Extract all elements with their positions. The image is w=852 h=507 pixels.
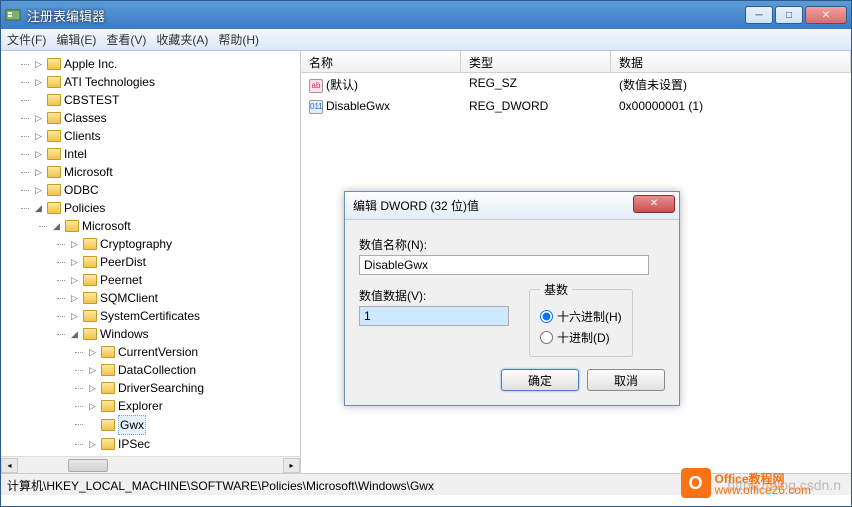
folder-icon [47, 202, 61, 214]
tree-item[interactable]: ▷IPSec [85, 435, 300, 451]
tree-item[interactable]: ▷Classes [31, 109, 300, 127]
tree-item[interactable]: ◢Policies [31, 199, 300, 217]
folder-icon [83, 274, 97, 286]
menubar: 文件(F) 编辑(E) 查看(V) 收藏夹(A) 帮助(H) [1, 29, 851, 51]
folder-icon [83, 238, 97, 250]
tree-item[interactable]: ▷Apple Inc. [31, 55, 300, 73]
list-row[interactable]: ab(默认) REG_SZ (数值未设置) [301, 73, 851, 96]
value-name-label: 数值名称(N): [359, 236, 665, 253]
folder-icon [83, 310, 97, 322]
radio-dec-input[interactable] [540, 331, 553, 344]
dword-value-icon: 011 [309, 100, 323, 114]
dialog-close-button[interactable]: ✕ [633, 195, 675, 213]
tree-item[interactable]: ▷PeerDist [67, 253, 300, 271]
list-row[interactable]: 011DisableGwx REG_DWORD 0x00000001 (1) [301, 96, 851, 117]
folder-icon [47, 112, 61, 124]
horizontal-scrollbar[interactable]: ◂ ▸ [1, 456, 300, 473]
app-icon [5, 7, 21, 23]
folder-icon [101, 382, 115, 394]
folder-icon [65, 220, 79, 232]
window-title: 注册表编辑器 [27, 6, 745, 25]
edit-dword-dialog: 编辑 DWORD (32 位)值 ✕ 数值名称(N): 数值数据(V): 基数 … [344, 191, 680, 406]
folder-icon [101, 364, 115, 376]
scroll-thumb[interactable] [68, 459, 108, 472]
close-button[interactable]: ✕ [805, 6, 847, 24]
menu-view[interactable]: 查看(V) [106, 31, 146, 48]
scroll-left-icon[interactable]: ◂ [1, 458, 18, 473]
maximize-button[interactable]: □ [775, 6, 803, 24]
value-data-field[interactable] [359, 306, 509, 326]
status-path: 计算机\HKEY_LOCAL_MACHINE\SOFTWARE\Policies… [7, 479, 434, 493]
folder-icon [47, 130, 61, 142]
tree-item[interactable]: ▷DataCollection [85, 361, 300, 379]
tree-item-selected[interactable]: Gwx [85, 415, 300, 435]
ok-button[interactable]: 确定 [501, 369, 579, 391]
tree-pane: ▷Apple Inc. ▷ATI Technologies CBSTEST ▷C… [1, 51, 301, 473]
menu-help[interactable]: 帮助(H) [218, 31, 259, 48]
tree-item[interactable]: CBSTEST [31, 91, 300, 109]
folder-icon [101, 400, 115, 412]
folder-icon [47, 94, 61, 106]
tree-item[interactable]: ▷Clients [31, 127, 300, 145]
logo-icon: O [681, 468, 711, 498]
value-name-field[interactable] [359, 255, 649, 275]
brand-logo: O Office教程网 www.office26.com [681, 468, 812, 498]
tree-item[interactable]: ▷SQMClient [67, 289, 300, 307]
value-data-label: 数值数据(V): [359, 287, 509, 304]
folder-icon [47, 76, 61, 88]
tree-item[interactable]: ▷Peernet [67, 271, 300, 289]
folder-icon [83, 256, 97, 268]
tree-item[interactable]: ▷ODBC [31, 181, 300, 199]
menu-favorites[interactable]: 收藏夹(A) [156, 31, 208, 48]
column-data[interactable]: 数据 [611, 51, 851, 72]
minimize-button[interactable]: ─ [745, 6, 773, 24]
tree-item[interactable]: ▷Cryptography [67, 235, 300, 253]
menu-edit[interactable]: 编辑(E) [56, 31, 96, 48]
folder-icon [47, 148, 61, 160]
cancel-button[interactable]: 取消 [587, 369, 665, 391]
radio-hex-input[interactable] [540, 310, 553, 323]
tree-item[interactable]: ◢Microsoft [49, 217, 300, 235]
folder-icon [47, 58, 61, 70]
column-type[interactable]: 类型 [461, 51, 611, 72]
window-titlebar: 注册表编辑器 ─ □ ✕ [1, 1, 851, 29]
folder-icon [47, 166, 61, 178]
column-name[interactable]: 名称 [301, 51, 461, 72]
folder-icon [101, 346, 115, 358]
tree-item[interactable]: ▷SystemCertificates [67, 307, 300, 325]
folder-icon [101, 419, 115, 431]
tree-item[interactable]: ▷DriverSearching [85, 379, 300, 397]
list-header: 名称 类型 数据 [301, 51, 851, 73]
scroll-right-icon[interactable]: ▸ [283, 458, 300, 473]
radio-dec[interactable]: 十进制(D) [540, 329, 622, 346]
string-value-icon: ab [309, 79, 323, 93]
tree-item[interactable]: ▷Microsoft [31, 163, 300, 181]
dialog-title: 编辑 DWORD (32 位)值 [353, 197, 633, 214]
tree-item[interactable]: ▷CurrentVersion [85, 343, 300, 361]
base-fieldset: 基数 十六进制(H) 十进制(D) [529, 281, 633, 357]
tree-item[interactable]: ◢Windows [67, 325, 300, 343]
tree-item[interactable]: ▷Intel [31, 145, 300, 163]
tree-item[interactable]: ▷ATI Technologies [31, 73, 300, 91]
folder-icon [83, 328, 97, 340]
folder-icon [47, 184, 61, 196]
tree-item[interactable]: ▷Explorer [85, 397, 300, 415]
folder-icon [83, 292, 97, 304]
radio-hex[interactable]: 十六进制(H) [540, 308, 622, 325]
folder-icon [101, 438, 115, 450]
dialog-titlebar: 编辑 DWORD (32 位)值 ✕ [345, 192, 679, 220]
base-legend: 基数 [540, 281, 572, 298]
menu-file[interactable]: 文件(F) [7, 31, 46, 48]
logo-url: www.office26.com [715, 483, 812, 497]
